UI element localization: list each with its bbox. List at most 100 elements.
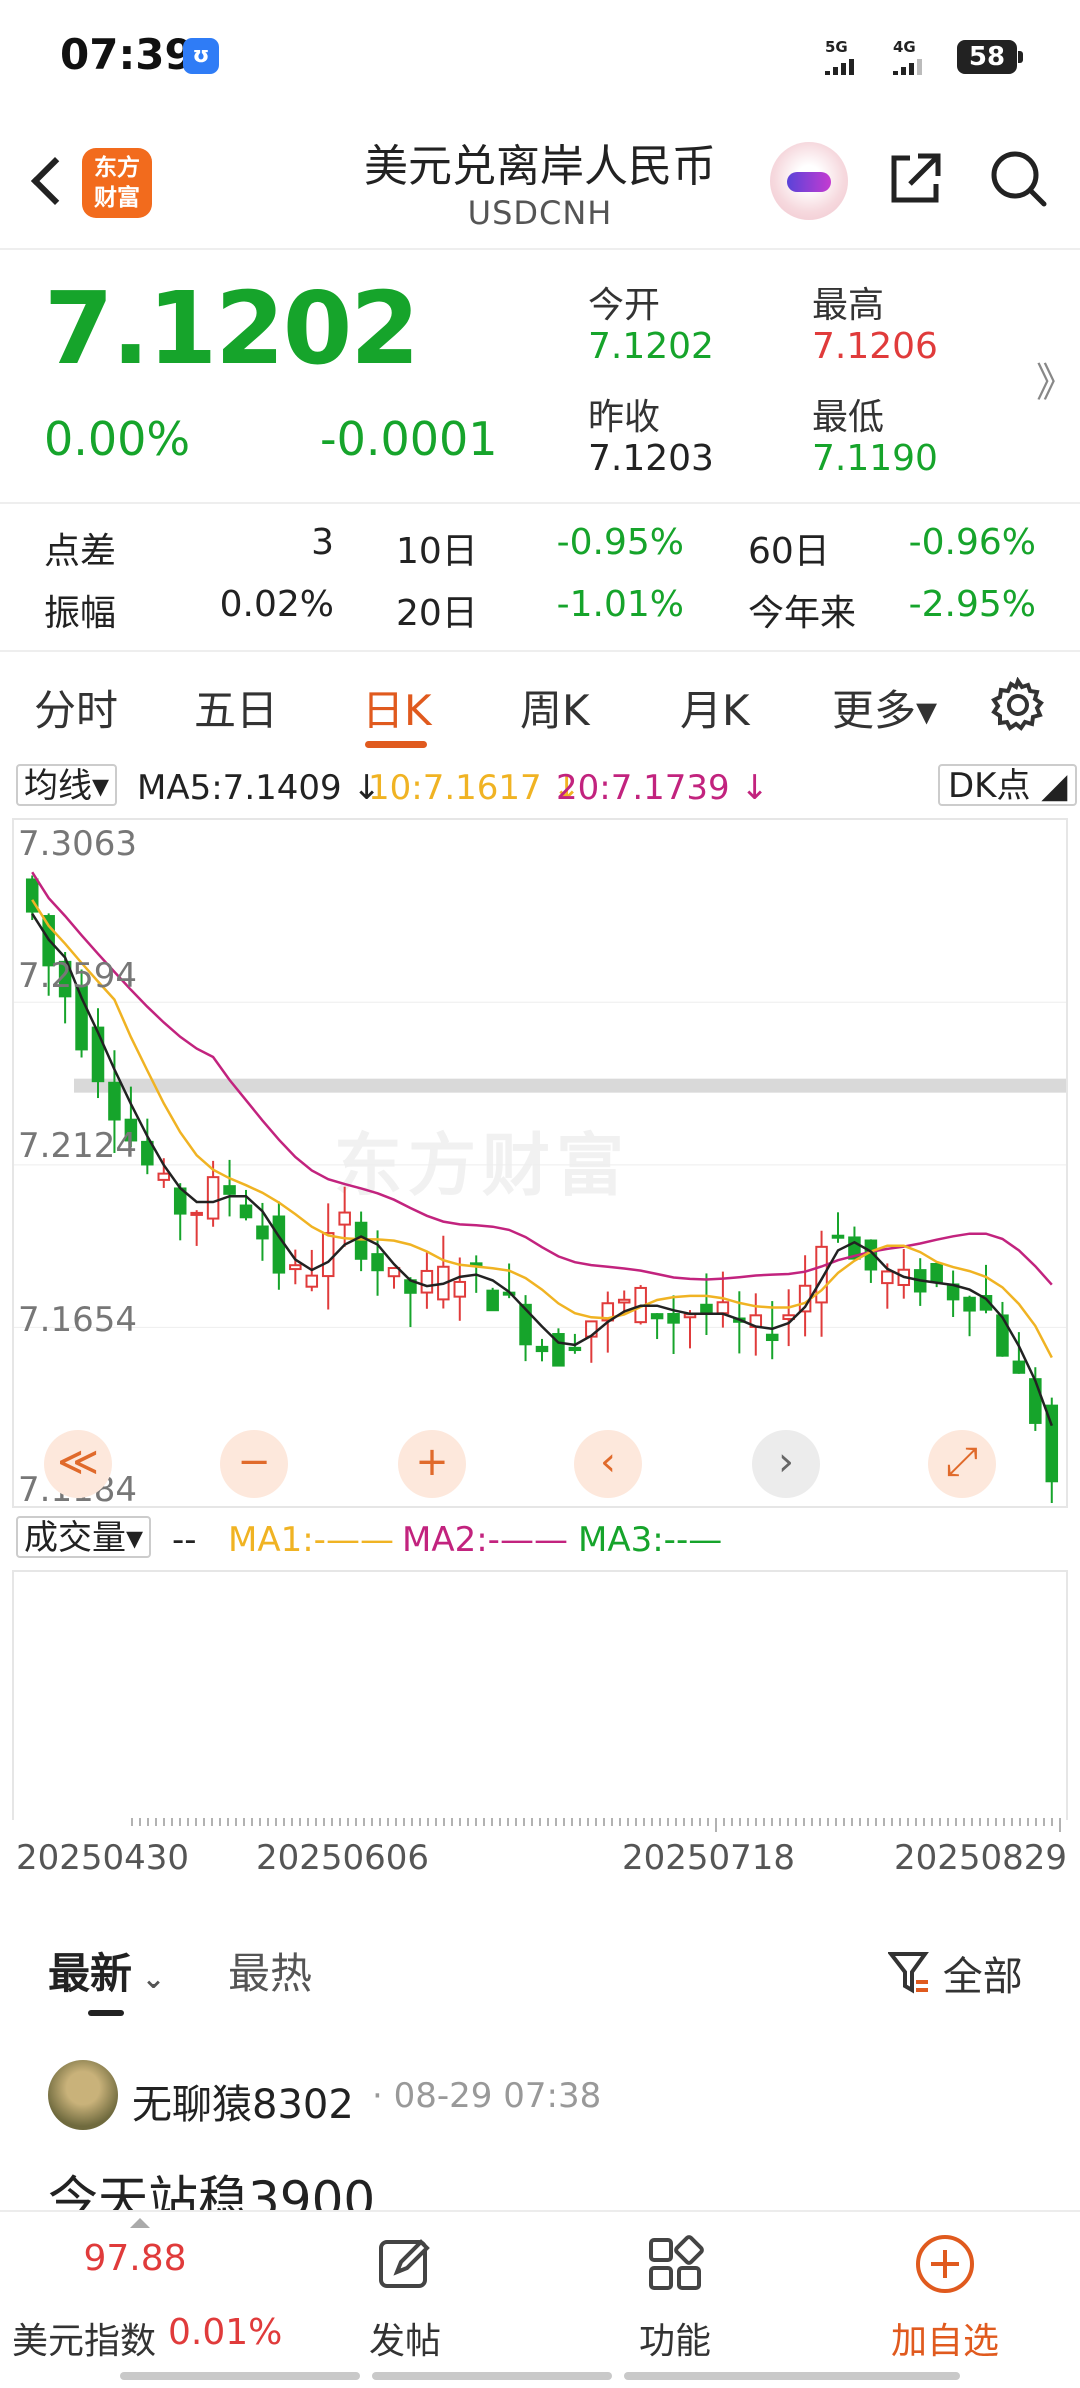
candle-body: [617, 1298, 631, 1304]
volume-dash: --: [172, 1520, 197, 1560]
candle-body: [963, 1296, 976, 1312]
scroll-left-button[interactable]: ‹: [574, 1430, 642, 1498]
tab-daily-k[interactable]: 日K: [362, 677, 432, 738]
d60-label: 60日: [748, 531, 830, 572]
open-value: 7.1202: [588, 326, 714, 367]
y-tick: 7.1654: [18, 1300, 137, 1340]
ma-legend: 均线▾ MA5:7.1409 ↓ 10:7.1617 ↓ 20:7.1739 ↓…: [0, 762, 1080, 812]
post-item[interactable]: 无聊猿8302 · 08-29 07:38 今天站稳3900: [0, 2060, 1080, 2229]
candle-body: [338, 1211, 351, 1226]
zoom-in-button[interactable]: +: [398, 1430, 466, 1498]
divider: [0, 502, 1080, 504]
candle-body: [535, 1345, 549, 1353]
filter-button[interactable]: 全部: [886, 1944, 1023, 2002]
candle-body: [568, 1346, 582, 1352]
candle-body: [272, 1215, 286, 1274]
d10-label: 10日: [396, 531, 478, 572]
vol-ma2: MA2:-——: [402, 1520, 568, 1560]
x-axis: 20250430 20250606 20250718 20250829: [12, 1818, 1068, 1898]
candle-body: [108, 1081, 121, 1121]
candle-body: [1012, 1360, 1026, 1374]
candle-body: [371, 1253, 384, 1272]
home-indicator: [372, 2372, 612, 2380]
vol-ma1: MA1:-——: [228, 1520, 394, 1560]
back-button[interactable]: [24, 150, 64, 210]
edit-icon: [379, 2239, 430, 2288]
add-watchlist-button[interactable]: 加自选: [810, 2212, 1080, 2382]
candle-body: [190, 1211, 203, 1216]
divider: [0, 650, 1080, 652]
prev-close-label: 昨收: [588, 397, 661, 438]
active-tab-indicator: [365, 741, 427, 748]
scroll-right-button[interactable]: ›: [752, 1430, 820, 1498]
amplitude-label: 振幅: [44, 593, 117, 634]
feed-tabs: 最新 ⌄ 最热 全部: [0, 1930, 1080, 2020]
scroll-start-button[interactable]: ≪: [44, 1430, 112, 1498]
header: 东方 财富 美元兑离岸人民币 USDCNH: [0, 120, 1080, 250]
ma20-line: [31, 871, 1053, 1286]
candle-body: [239, 1204, 253, 1219]
stats-panel: 点差 3 振幅 0.02% 10日 -0.95% 20日 -1.01% 60日 …: [0, 510, 1080, 650]
prev-close-value: 7.1203: [588, 438, 714, 479]
candle-body: [256, 1225, 269, 1240]
tab-weekly-k[interactable]: 周K: [520, 677, 590, 738]
app-logo[interactable]: 东方 财富: [82, 148, 152, 218]
x-tick: 20250829: [894, 1838, 1068, 1878]
candle-body: [667, 1313, 680, 1324]
search-icon[interactable]: [988, 148, 1048, 208]
gear-icon[interactable]: [990, 677, 1046, 733]
high-value: 7.1206: [812, 326, 938, 367]
candle-body: [420, 1269, 434, 1294]
reference-line: [74, 1078, 1066, 1093]
spread-value: 3: [311, 522, 334, 563]
usd-index-name: 美元指数: [12, 2321, 157, 2362]
kline-svg: [14, 871, 1066, 1504]
x-tick: 20250606: [256, 1838, 430, 1878]
tab-monthly-k[interactable]: 月K: [680, 677, 750, 738]
volume-legend: 成交量▾ -- MA1:-—— MA2:-—— MA3:--—: [0, 1512, 1080, 1568]
candle-body: [354, 1221, 368, 1260]
period-tabs: 分时 五日 日K 周K 月K 更多▾: [0, 655, 1080, 755]
notification-app-icon: ʊ: [183, 38, 219, 74]
x-tick: 20250430: [16, 1838, 190, 1878]
post-button[interactable]: 发帖: [270, 2212, 540, 2382]
expand-quote-icon[interactable]: 》: [1036, 350, 1076, 408]
volume-chart[interactable]: [12, 1570, 1068, 1820]
ai-assistant-icon[interactable]: [770, 142, 848, 220]
dk-point-toggle[interactable]: DK点 ◢: [938, 764, 1078, 806]
x-tick: 20250718: [622, 1838, 796, 1878]
d20-label: 20日: [396, 593, 478, 634]
candle-body: [289, 1264, 302, 1271]
volume-selector[interactable]: 成交量▾: [16, 1516, 152, 1558]
candle-body: [1029, 1378, 1042, 1424]
post-username[interactable]: 无聊猿8302: [132, 2072, 354, 2130]
usd-index-value: 97.88: [83, 2238, 187, 2279]
symbol-code: USDCNH: [467, 194, 613, 232]
signal-4g-icon: 4G: [893, 38, 943, 75]
clock: 07:39: [60, 30, 194, 79]
tab-hot[interactable]: 最热: [228, 1940, 312, 2001]
candle-body: [881, 1270, 894, 1285]
ma10-line: [31, 899, 1053, 1359]
vol-ma3: MA3:--—: [578, 1520, 723, 1560]
kline-chart[interactable]: 东方财富 7.3063 7.2594 7.2124 7.1654 7.1184 …: [12, 818, 1068, 1508]
battery-icon: 58: [957, 40, 1023, 74]
fullscreen-button[interactable]: ⤢: [928, 1430, 996, 1498]
usd-index-ticker[interactable]: 97.88 美元指数 0.01%: [0, 2212, 282, 2382]
ticker-arrow-icon: [130, 2218, 150, 2228]
functions-button[interactable]: 功能: [540, 2212, 810, 2382]
ytd-label: 今年来: [748, 593, 857, 634]
zoom-out-button[interactable]: −: [220, 1430, 288, 1498]
ma10-legend: 10:7.1617 ↓: [368, 768, 581, 808]
tab-more[interactable]: 更多▾: [832, 677, 937, 738]
ma20-legend: 20:7.1739 ↓: [556, 768, 769, 808]
y-tick: 7.2594: [18, 956, 137, 996]
indicator-selector[interactable]: 均线▾: [16, 764, 118, 806]
tab-latest[interactable]: 最新 ⌄: [48, 1940, 165, 2001]
tab-intraday[interactable]: 分时: [34, 677, 118, 738]
avatar[interactable]: [48, 2060, 118, 2130]
share-icon[interactable]: [886, 150, 944, 208]
tab-five-day[interactable]: 五日: [194, 677, 278, 738]
candle-body: [91, 1026, 105, 1083]
low-label: 最低: [812, 397, 885, 438]
